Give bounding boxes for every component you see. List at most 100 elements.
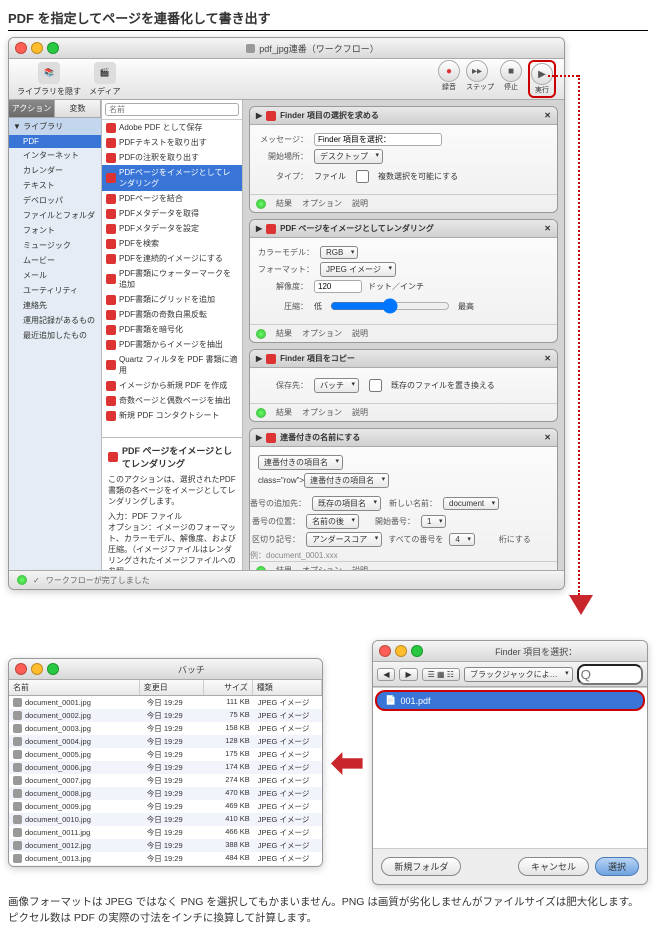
file-row[interactable]: document_0001.jpg今日 19:29111 KBJPEG イメージ <box>9 696 322 709</box>
dialog-toolbar: ◀ ▶ ☰ ▦ ☷ ブラックジャックによ… <box>373 662 647 687</box>
workflow-step[interactable]: ▶Finder 項目をコピー✕保存先：バッチ 既存のファイルを置き換える結果オプ… <box>249 349 558 422</box>
file-row[interactable]: document_0008.jpg今日 19:29470 KBJPEG イメージ <box>9 787 322 800</box>
action-item[interactable]: イメージから新規 PDF を作成 <box>102 378 242 393</box>
action-item[interactable]: PDF書類の奇数白黒反転 <box>102 307 242 322</box>
titlebar: pdf_jpg連番（ワークフロー） <box>9 38 564 59</box>
sidebar-item[interactable]: ミュージック <box>9 238 101 253</box>
sidebar-item[interactable]: ファイルとフォルダ <box>9 208 101 223</box>
action-item[interactable]: 新規 PDF コンタクトシート <box>102 408 242 423</box>
close-button[interactable] <box>15 663 27 675</box>
action-item[interactable]: 奇数ページと偶数ページを抽出 <box>102 393 242 408</box>
file-row[interactable]: document_0007.jpg今日 19:29274 KBJPEG イメージ <box>9 774 322 787</box>
workflow-icon <box>246 44 255 53</box>
action-item[interactable]: PDFページをイメージとしてレンダリング <box>102 165 242 191</box>
status-icon <box>17 575 27 585</box>
close-button[interactable] <box>379 645 391 657</box>
tab-variables[interactable]: 変数 <box>55 100 101 117</box>
dialog-list[interactable]: 📄001.pdf <box>373 687 647 849</box>
sidebar-item[interactable]: ユーティリティ <box>9 283 101 298</box>
sidebar-item[interactable]: メール <box>9 268 101 283</box>
run-button[interactable]: ▶ <box>531 63 553 85</box>
arrow-down <box>569 595 593 615</box>
zoom-button[interactable] <box>411 645 423 657</box>
search-field[interactable] <box>577 664 643 685</box>
sidebar-item[interactable]: 最近追加したもの <box>9 328 101 343</box>
arrow-left: ⬅ <box>331 740 365 786</box>
action-item[interactable]: PDF書類を暗号化 <box>102 322 242 337</box>
file-row[interactable]: document_0005.jpg今日 19:29175 KBJPEG イメージ <box>9 748 322 761</box>
action-item[interactable]: PDFテキストを取り出す <box>102 135 242 150</box>
sidebar-item[interactable]: フォント <box>9 223 101 238</box>
file-row[interactable]: document_0002.jpg今日 19:2975 KBJPEG イメージ <box>9 709 322 722</box>
file-row[interactable]: document_0003.jpg今日 19:29158 KBJPEG イメージ <box>9 722 322 735</box>
file-row[interactable]: document_0009.jpg今日 19:29469 KBJPEG イメージ <box>9 800 322 813</box>
tab-actions[interactable]: アクション <box>9 100 55 117</box>
finder-headers[interactable]: 名前 変更日 サイズ 種類 <box>9 680 322 696</box>
media-button[interactable]: 🎬メディア <box>89 62 120 97</box>
file-row[interactable]: document_0012.jpg今日 19:29388 KBJPEG イメージ <box>9 839 322 852</box>
search-input[interactable] <box>105 103 239 116</box>
sidebar-item[interactable]: カレンダー <box>9 163 101 178</box>
action-item[interactable]: PDF書類にウォーターマークを追加 <box>102 266 242 292</box>
zoom-button[interactable] <box>47 42 59 54</box>
workflow-step[interactable]: ▶連番付きの名前にする✕連番付きの項目名class="row">連番付きの項目名… <box>249 428 558 570</box>
action-item[interactable]: PDFメタデータを取得 <box>102 206 242 221</box>
file-row[interactable]: document_0006.jpg今日 19:29174 KBJPEG イメージ <box>9 761 322 774</box>
finder-title: バッチ <box>178 663 205 676</box>
action-item[interactable]: Adobe PDF として保存 <box>102 120 242 135</box>
sidebar-item[interactable]: デベロッパ <box>9 193 101 208</box>
action-item[interactable]: PDFの注釈を取り出す <box>102 150 242 165</box>
workflow-area[interactable]: ▶Finder 項目の選択を求める✕メッセージ：開始場所：デスクトップタイプ：フ… <box>243 100 564 570</box>
close-button[interactable] <box>15 42 27 54</box>
action-item[interactable]: PDFページを結合 <box>102 191 242 206</box>
cancel-button[interactable]: キャンセル <box>518 857 589 876</box>
file-row[interactable]: document_0010.jpg今日 19:29410 KBJPEG イメージ <box>9 813 322 826</box>
minimize-button[interactable] <box>31 663 43 675</box>
file-item-selected[interactable]: 📄001.pdf <box>375 690 645 711</box>
action-icon <box>108 452 118 462</box>
run-button-highlight: ▶実行 <box>528 60 556 98</box>
sidebar-library[interactable]: ▼ ライブラリ <box>9 118 101 135</box>
workflow-step[interactable]: ▶Finder 項目の選択を求める✕メッセージ：開始場所：デスクトップタイプ：フ… <box>249 106 558 213</box>
step-button[interactable]: ▸▸ <box>466 60 488 82</box>
library-sidebar: アクション 変数 ▼ ライブラリ PDF インターネットカレンダーテキストデベロ… <box>9 100 102 570</box>
action-item[interactable]: PDF書類にグリッドを追加 <box>102 292 242 307</box>
sidebar-item[interactable]: ムービー <box>9 253 101 268</box>
dialog-title: Finder 項目を選択： <box>431 645 641 658</box>
description-pane: PDF ページをイメージとしてレンダリング このアクションは、選択されたPDF書… <box>102 437 242 570</box>
workflow-step[interactable]: ▶PDF ページをイメージとしてレンダリング✕カラーモデル：RGBフォーマット：… <box>249 219 558 343</box>
forward-button[interactable]: ▶ <box>399 668 417 681</box>
ok-button[interactable]: 選択 <box>595 857 639 876</box>
automator-window: pdf_jpg連番（ワークフロー） 📚ライブラリを隠す 🎬メディア ●録音 ▸▸… <box>8 37 565 590</box>
action-item[interactable]: PDFメタデータを設定 <box>102 221 242 236</box>
sidebar-pdf[interactable]: PDF <box>9 135 101 148</box>
back-button[interactable]: ◀ <box>377 668 395 681</box>
action-item[interactable]: PDFを検索 <box>102 236 242 251</box>
sidebar-item[interactable]: インターネット <box>9 148 101 163</box>
file-row[interactable]: document_0011.jpg今日 19:29466 KBJPEG イメージ <box>9 826 322 839</box>
action-item[interactable]: PDFを連続的イメージにする <box>102 251 242 266</box>
action-item[interactable]: PDF書類からイメージを抽出 <box>102 337 242 352</box>
sidebar-item[interactable]: 連絡先 <box>9 298 101 313</box>
sidebar-item[interactable]: テキスト <box>9 178 101 193</box>
zoom-button[interactable] <box>47 663 59 675</box>
file-row[interactable]: document_0004.jpg今日 19:29128 KBJPEG イメージ <box>9 735 322 748</box>
stop-button[interactable]: ■ <box>500 60 522 82</box>
sidebar-item[interactable]: 運用記録があるもの <box>9 313 101 328</box>
new-folder-button[interactable]: 新規フォルダ <box>381 857 461 876</box>
file-row[interactable]: document_0014.jpg今日 19:29417 KBJPEG イメージ <box>9 865 322 866</box>
finder-window: バッチ 名前 変更日 サイズ 種類 document_0001.jpg今日 19… <box>8 658 323 867</box>
view-buttons[interactable]: ☰ ▦ ☷ <box>422 668 460 681</box>
record-button[interactable]: ● <box>438 60 460 82</box>
status-bar: ✓ ワークフローが完了しました <box>9 570 564 589</box>
window-title: pdf_jpg連番（ワークフロー） <box>259 42 379 55</box>
hide-library-button[interactable]: 📚ライブラリを隠す <box>17 62 81 97</box>
minimize-button[interactable] <box>395 645 407 657</box>
path-dropdown[interactable]: ブラックジャックによ… <box>464 667 573 682</box>
page-title: PDF を指定してページを連番化して書き出す <box>8 8 648 31</box>
action-column: Adobe PDF として保存PDFテキストを取り出すPDFの注釈を取り出すPD… <box>102 100 243 570</box>
open-dialog: Finder 項目を選択： ◀ ▶ ☰ ▦ ☷ ブラックジャックによ… 📄001… <box>372 640 648 885</box>
action-item[interactable]: Quartz フィルタを PDF 書類に適用 <box>102 352 242 378</box>
footer-text: 画像フォーマットは JPEG ではなく PNG を選択してもかまいません。PNG… <box>8 895 648 927</box>
minimize-button[interactable] <box>31 42 43 54</box>
